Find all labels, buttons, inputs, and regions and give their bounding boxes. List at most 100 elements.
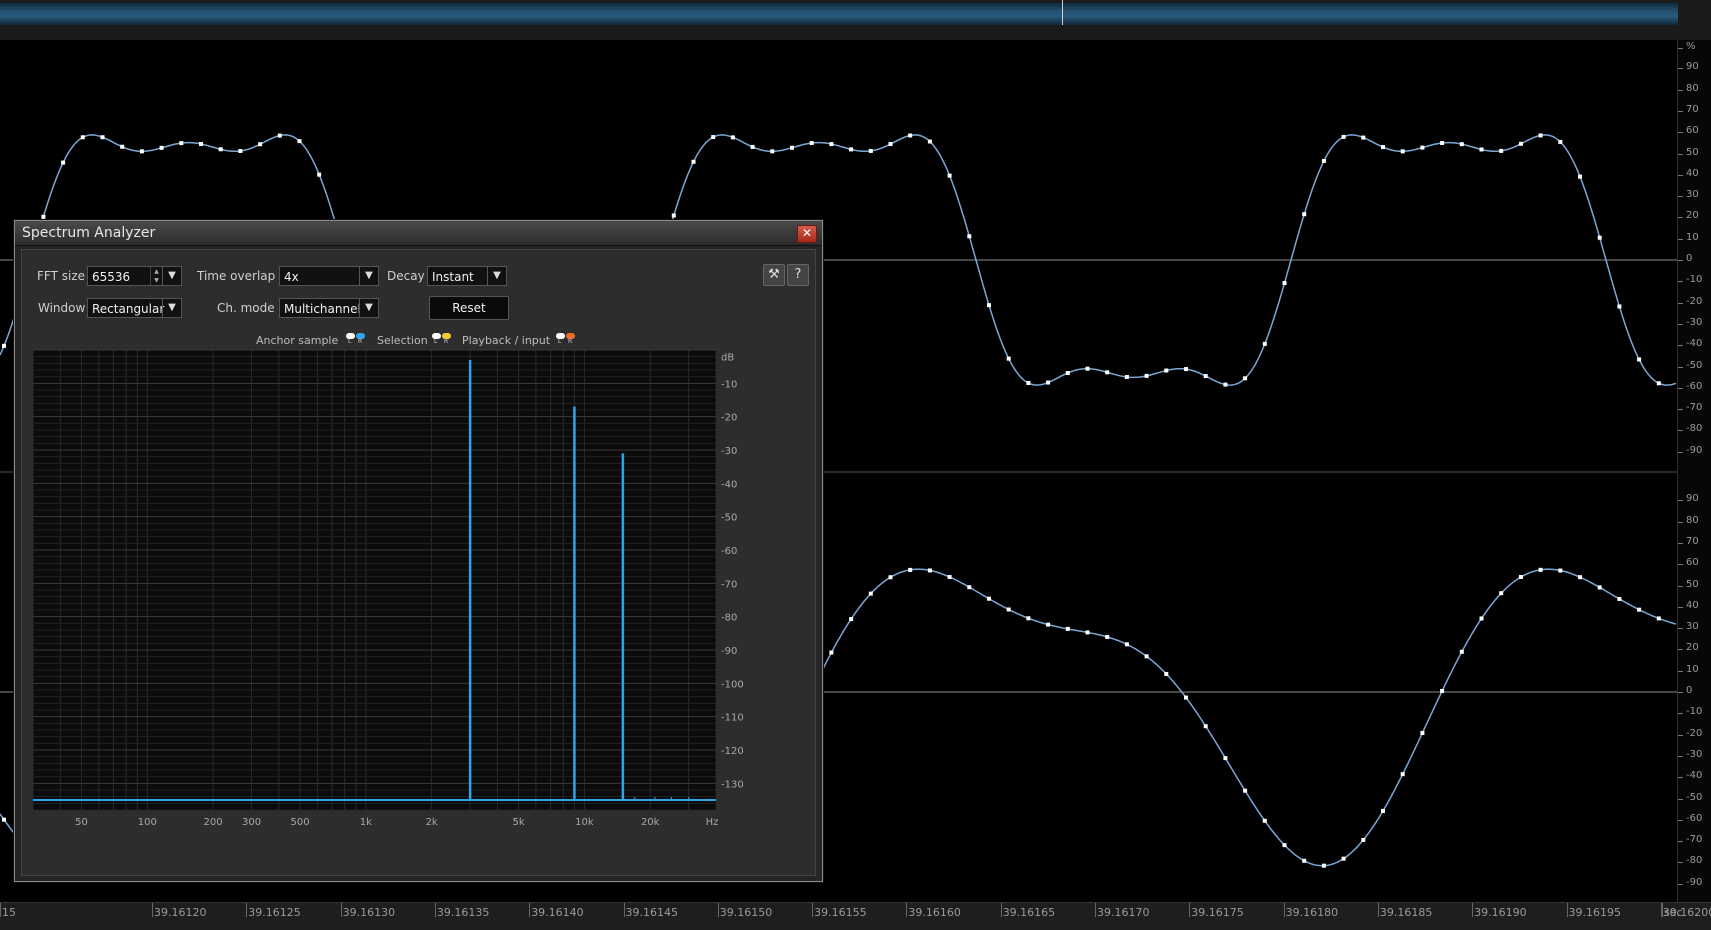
y-tick-label: -70 xyxy=(721,579,737,590)
time-tick-label: 39.16140 xyxy=(531,906,584,919)
amplitude-tick xyxy=(1678,451,1683,453)
time-tick-label: 39.16185 xyxy=(1379,906,1433,919)
x-tick-label: Hz xyxy=(706,817,719,828)
y-tick-label: -20 xyxy=(721,413,737,424)
amplitude-tick-label: -70 xyxy=(1686,402,1703,414)
ch2-sample-point xyxy=(1361,837,1366,842)
ch2-sample-point xyxy=(1144,654,1149,659)
amplitude-tick-label: -40 xyxy=(1686,770,1703,782)
y-tick-label: -50 xyxy=(721,513,737,524)
close-icon[interactable]: ✕ xyxy=(797,225,817,243)
y-tick-label: -80 xyxy=(721,613,737,624)
ch2-sample-point xyxy=(1578,575,1582,580)
ch1-sample-point xyxy=(1440,141,1445,146)
amplitude-tick xyxy=(1678,692,1683,693)
amplitude-tick xyxy=(1678,564,1683,566)
ch1-sample-point xyxy=(1223,382,1228,387)
ch1-sample-point xyxy=(1006,356,1011,361)
x-tick-label: 100 xyxy=(138,817,157,828)
spectrum-plot[interactable]: dB -10 -20 -30 -40 -50 -60 -70 -80 -90 -100 -110 -12… xyxy=(22,250,815,875)
time-tick xyxy=(246,903,248,917)
ch1-sample-point xyxy=(2,343,6,348)
ch1-sample-point xyxy=(218,147,223,152)
ch1-sample-point xyxy=(947,173,952,178)
ch2-sample-point xyxy=(1026,616,1031,621)
amplitude-tick-label: -40 xyxy=(1686,338,1703,350)
amplitude-tick xyxy=(1678,110,1683,112)
amplitude-tick xyxy=(1678,649,1683,651)
ch1-sample-point xyxy=(1499,148,1504,153)
ch2-sample-point xyxy=(1262,818,1267,823)
ch1-sample-point xyxy=(1302,212,1307,217)
amplitude-tick-label: 90 xyxy=(1686,61,1699,73)
ch1-sample-point xyxy=(1617,304,1622,309)
ch1-sample-point xyxy=(1085,366,1090,371)
ch1-sample-point xyxy=(317,172,322,177)
ch2-sample-point xyxy=(1420,730,1425,735)
ch1-sample-point xyxy=(258,142,263,147)
ch2-sample-point xyxy=(1597,585,1602,590)
ch2-sample-point xyxy=(829,650,834,655)
time-tick-label: 39.16165 xyxy=(1002,906,1056,919)
amplitude-tick-label: % xyxy=(1686,41,1696,52)
amplitude-tick-label: -20 xyxy=(1686,295,1703,307)
window-titlebar[interactable]: Spectrum Analyzer ✕ xyxy=(15,221,822,246)
ch2-sample-point xyxy=(1321,863,1326,868)
ch1-sample-point xyxy=(1026,381,1031,386)
ch1-sample-point xyxy=(1459,142,1464,147)
time-tick-label: 39.16195 xyxy=(1568,906,1622,919)
ch1-sample-point xyxy=(927,139,932,144)
time-tick xyxy=(906,903,908,917)
ch2-sample-point xyxy=(1538,567,1543,572)
time-tick-label: 39.16130 xyxy=(342,906,396,919)
amplitude-tick xyxy=(1678,174,1683,176)
amplitude-tick xyxy=(1678,670,1683,672)
ch1-sample-point xyxy=(691,159,696,164)
amplitude-tick-label: -20 xyxy=(1686,727,1703,739)
ch1-sample-point xyxy=(297,139,302,144)
y-tick-label: -120 xyxy=(721,746,744,757)
ch1-sample-point xyxy=(277,133,282,138)
ch1-sample-point xyxy=(888,142,893,147)
ch2-sample-point xyxy=(967,585,972,590)
x-tick-label: 5k xyxy=(513,817,525,828)
ch1-sample-point xyxy=(120,144,125,149)
amplitude-tick xyxy=(1678,132,1683,134)
amplitude-tick-label: 50 xyxy=(1686,146,1699,158)
amplitude-tick-label: -70 xyxy=(1686,834,1703,846)
time-tick-label: 39.16155 xyxy=(814,906,867,919)
amplitude-tick-label: -90 xyxy=(1686,876,1703,888)
time-ruler[interactable]: 15 39.16120 39.16125 39.16130 39.16135 39.161… xyxy=(0,902,1711,930)
amplitude-ruler[interactable]: % 90 80 70 60 50 40 30 20 10 0 -10 -20 -30 -40 -50 -60 -7… xyxy=(1677,40,1711,902)
amplitude-tick-label: -60 xyxy=(1686,812,1703,824)
ch2-sample-point xyxy=(1341,856,1346,861)
amplitude-tick xyxy=(1678,345,1683,347)
ch1-sample-point xyxy=(179,141,184,146)
amplitude-tick xyxy=(1678,585,1683,587)
ch1-sample-point xyxy=(61,160,66,165)
amplitude-tick xyxy=(1678,68,1683,70)
ch1-sample-point xyxy=(139,149,144,154)
spectrum-analyzer-window[interactable]: Spectrum Analyzer ✕ FFT size 65536 ▲ ▼ ▼ … xyxy=(14,220,823,882)
amplitude-tick xyxy=(1678,862,1683,864)
ch1-sample-point xyxy=(868,148,873,153)
amplitude-tick xyxy=(1678,260,1683,261)
time-tick-label: 39.16150 xyxy=(719,906,773,919)
ch2-sample-point xyxy=(1617,596,1622,601)
ch2-sample-point xyxy=(1105,634,1110,639)
time-tick xyxy=(717,903,719,917)
ch2-sample-point xyxy=(1243,788,1248,793)
ch1-sample-point xyxy=(1262,341,1267,346)
ch1-sample-point xyxy=(1164,368,1169,373)
time-tick xyxy=(1000,903,1002,917)
ch1-sample-point xyxy=(1656,381,1661,386)
time-tick xyxy=(340,903,342,917)
x-tick-label: 200 xyxy=(204,817,223,828)
ch2-sample-point xyxy=(947,574,952,579)
ch1-sample-point xyxy=(1124,374,1129,379)
y-tick-label: -110 xyxy=(721,713,744,724)
amplitude-tick-label: -50 xyxy=(1686,791,1703,803)
time-tick xyxy=(1662,903,1663,917)
ch1-sample-point xyxy=(1046,380,1051,385)
amplitude-tick xyxy=(1678,755,1683,757)
